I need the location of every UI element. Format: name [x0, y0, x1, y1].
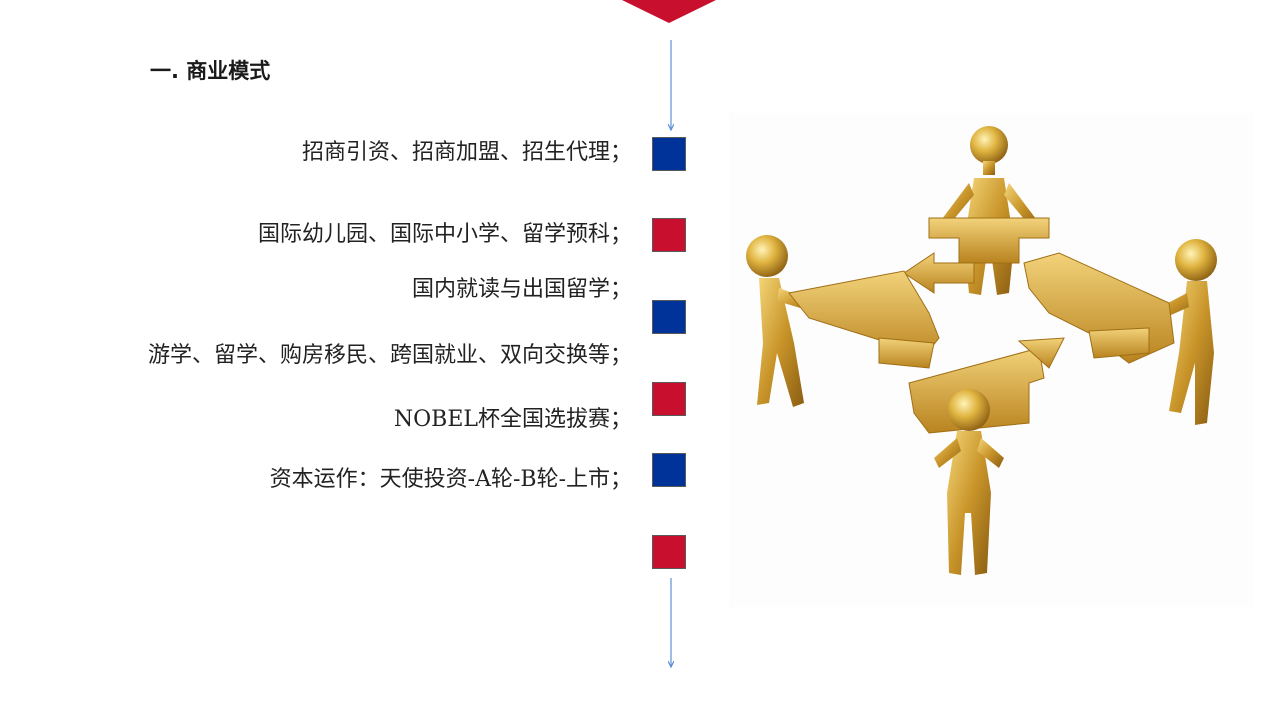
- teamwork-illustration: [729, 113, 1253, 607]
- business-model-item-2: 国际幼儿园、国际中小学、留学预科；: [257, 222, 632, 247]
- business-model-item-6: 资本运作：天使投资-A轮-B轮-上市；: [269, 467, 632, 492]
- timeline-marker-1: [652, 137, 686, 171]
- timeline-marker-2: [652, 218, 686, 252]
- business-model-item-1: 招商引资、招商加盟、招生代理；: [301, 140, 632, 165]
- top-red-triangle: [622, 0, 716, 23]
- business-model-item-5: NOBEL杯全国选拔赛；: [393, 407, 632, 432]
- bottom-connector-arrow-icon: [668, 578, 674, 669]
- timeline-marker-3: [652, 300, 686, 334]
- golden-figures-arrows-teamwork-icon: [746, 126, 1217, 575]
- timeline-marker-5: [652, 453, 686, 487]
- page-title: 一. 商业模式: [150, 59, 271, 83]
- top-connector-arrow-icon: [668, 40, 674, 132]
- timeline-marker-4: [652, 382, 686, 416]
- timeline-marker-6: [652, 535, 686, 569]
- business-model-item-4: 游学、留学、购房移民、跨国就业、双向交换等；: [147, 343, 632, 368]
- business-model-item-3: 国内就读与出国留学；: [411, 277, 632, 302]
